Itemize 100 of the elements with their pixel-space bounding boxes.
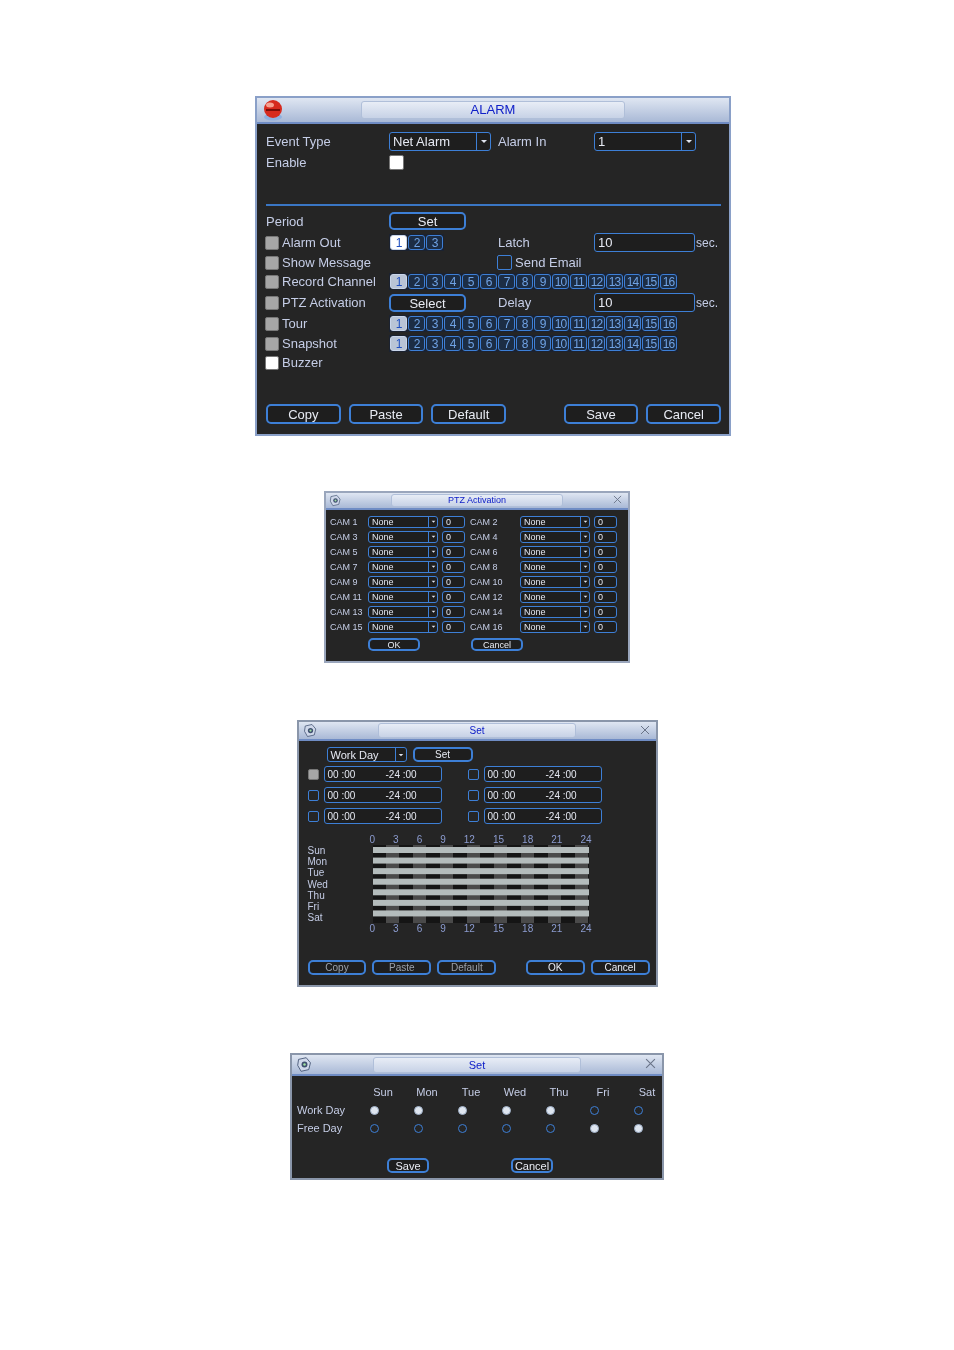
dialog-button[interactable]: Cancel [590, 960, 650, 976]
preset-field[interactable]: 0 [442, 561, 465, 573]
close-icon[interactable] [613, 495, 622, 504]
option-label: Send Email [515, 255, 582, 270]
set-button[interactable]: Set [412, 747, 473, 762]
field-label: Alarm In [498, 134, 548, 149]
preset-field[interactable]: 0 [594, 561, 617, 573]
field-label: Latch [498, 235, 531, 250]
checkbox[interactable] [467, 789, 479, 801]
cam-label: CAM 13 [330, 607, 364, 617]
dialog-button[interactable]: Cancel [646, 404, 721, 424]
checkbox[interactable] [265, 355, 279, 370]
preset-field[interactable]: 0 [442, 621, 465, 633]
ptz-type-dropdown[interactable]: None [368, 621, 438, 633]
preset-field[interactable]: 0 [594, 591, 617, 603]
ptz-type-dropdown[interactable]: None [520, 591, 590, 603]
radio-button[interactable] [369, 1105, 379, 1115]
time-range-field[interactable]: 00 :00 -24 :00 [483, 787, 602, 803]
option-label: Record Channel [282, 274, 376, 289]
ptz-type-dropdown[interactable]: None [520, 576, 590, 588]
time-range-field[interactable]: 00 :00 -24 :00 [323, 787, 442, 803]
ptz-type-dropdown[interactable]: None [368, 546, 438, 558]
preset-field[interactable]: 0 [594, 621, 617, 633]
dialog-button[interactable]: OK [525, 960, 585, 976]
cam-label: CAM 6 [470, 547, 499, 557]
time-range-field[interactable]: 00 :00 -24 :00 [483, 766, 602, 782]
tick-label: 0 [369, 923, 376, 935]
time-range-field[interactable]: 00 :00 -24 :00 [483, 808, 602, 824]
day-type-dropdown[interactable]: Work Day [326, 747, 407, 762]
preset-field[interactable]: 0 [594, 576, 617, 588]
unit-label: sec. [696, 295, 719, 310]
time-range-field[interactable]: 00 :00 -24 :00 [323, 808, 442, 824]
ptz-type-dropdown[interactable]: None [368, 516, 438, 528]
dialog-button[interactable]: Save [563, 404, 639, 424]
radio-button[interactable] [457, 1105, 467, 1115]
dialog-button[interactable]: Paste [348, 404, 424, 424]
tick-label: 6 [416, 923, 423, 935]
radio-button[interactable] [545, 1105, 555, 1115]
day-header: Thu [549, 1086, 569, 1099]
dialog-button[interactable]: Default [431, 404, 506, 424]
dialog-button[interactable]: OK [368, 638, 420, 651]
checkbox[interactable] [307, 810, 319, 822]
ptz-type-dropdown[interactable]: None [520, 621, 590, 633]
row-label: Free Day [297, 1122, 343, 1135]
set-button[interactable]: Set [389, 212, 466, 230]
preset-field[interactable]: 0 [442, 591, 465, 603]
dialog-button[interactable]: Cancel [471, 638, 523, 651]
checkbox[interactable] [467, 810, 479, 822]
checkbox[interactable] [389, 155, 404, 170]
radio-button[interactable] [501, 1105, 511, 1115]
preset-field[interactable]: 0 [442, 546, 465, 558]
preset-field[interactable]: 0 [594, 531, 617, 543]
preset-field[interactable]: 0 [442, 516, 465, 528]
tick-label: 18 [522, 834, 534, 845]
radio-button[interactable] [633, 1123, 643, 1133]
day-header: Fri [596, 1086, 610, 1099]
ptz-type-dropdown[interactable]: None [368, 531, 438, 543]
window-title: PTZ Activation [391, 494, 563, 507]
alarm-in-dropdown[interactable]: 1 [594, 132, 696, 151]
checkbox[interactable] [307, 789, 319, 801]
preset-field[interactable]: 0 [442, 576, 465, 588]
caret-icon [582, 625, 588, 629]
radio-button[interactable] [413, 1105, 423, 1115]
caret-icon [684, 139, 693, 144]
preset-field[interactable]: 0 [594, 546, 617, 558]
ptz-type-dropdown[interactable]: None [368, 606, 438, 618]
latch-field[interactable]: 10 [594, 233, 695, 252]
caret-icon [479, 139, 488, 144]
preset-field[interactable]: 0 [594, 606, 617, 618]
ptz-type-dropdown[interactable]: None [368, 561, 438, 573]
camera-icon [329, 494, 342, 507]
preset-field[interactable]: 0 [594, 516, 617, 528]
ptz-type-dropdown[interactable]: None [368, 576, 438, 588]
close-icon[interactable] [645, 1058, 656, 1070]
field-label: Event Type [266, 134, 332, 149]
preset-field[interactable]: 0 [442, 606, 465, 618]
tick-label: 3 [393, 834, 399, 845]
event-type-dropdown[interactable]: Net Alarm [389, 132, 491, 151]
tick-label: 15 [492, 923, 505, 935]
ptz-type-dropdown[interactable]: None [520, 531, 590, 543]
delay-field[interactable]: 10 [594, 293, 695, 312]
ptz-type-dropdown[interactable]: None [520, 561, 590, 573]
tick-label: 3 [393, 923, 399, 935]
checkbox[interactable] [497, 255, 512, 270]
ptz-type-dropdown[interactable]: None [368, 591, 438, 603]
ptz-type-dropdown[interactable]: None [520, 516, 590, 528]
dialog-button[interactable]: Cancel [511, 1158, 553, 1174]
dialog-button[interactable]: Save [387, 1158, 429, 1174]
ptz-type-dropdown[interactable]: None [520, 546, 590, 558]
preset-field[interactable]: 0 [442, 531, 465, 543]
row-label: Work Day [297, 1104, 346, 1117]
cam-label: CAM 5 [330, 547, 359, 557]
radio-button[interactable] [589, 1123, 599, 1133]
ptz-type-dropdown[interactable]: None [520, 606, 590, 618]
checkbox[interactable] [467, 768, 479, 780]
tick-label: 21 [551, 834, 563, 845]
cam-label: CAM 16 [470, 622, 504, 632]
dialog-button[interactable]: Copy [266, 404, 341, 424]
tick-label: 18 [522, 923, 534, 935]
close-icon[interactable] [639, 725, 650, 735]
